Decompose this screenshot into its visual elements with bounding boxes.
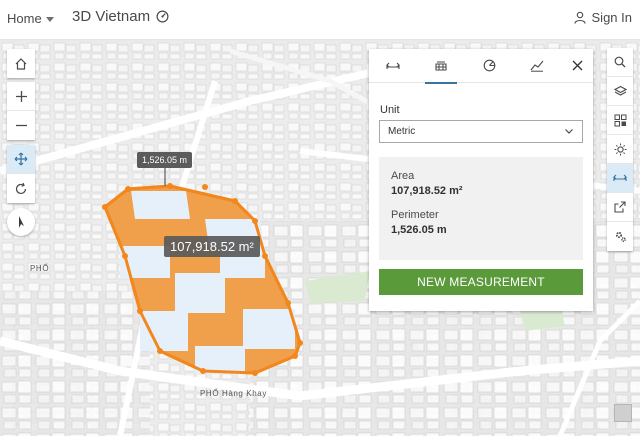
gear-icon — [615, 231, 626, 242]
zoom-group — [7, 82, 35, 140]
unit-select[interactable]: Metric — [379, 120, 583, 143]
compass-icon — [19, 216, 24, 228]
pan-button[interactable] — [7, 145, 35, 174]
rotate-icon — [15, 182, 27, 194]
home-label: Home — [7, 11, 42, 26]
tab-distance[interactable] — [369, 49, 417, 83]
zoom-in-button[interactable] — [7, 82, 35, 111]
measurement-tabs — [369, 49, 593, 84]
tab-elevation[interactable] — [513, 49, 561, 83]
layers-icon — [613, 85, 627, 96]
home-view-group — [7, 49, 35, 78]
search-icon — [614, 56, 626, 68]
app-title: 3D Vietnam — [72, 8, 169, 25]
measurement-button[interactable] — [607, 164, 633, 193]
street-label: PHỐ Hàng Khay — [200, 389, 267, 398]
area-value: 107,918.52 m² — [391, 185, 463, 197]
unit-select-value: Metric — [388, 126, 416, 137]
user-icon — [573, 11, 586, 24]
layers-button[interactable] — [607, 77, 633, 106]
right-toolbar — [607, 48, 633, 251]
daylight-button[interactable] — [607, 135, 633, 164]
sign-in-label: Sign In — [591, 10, 632, 25]
perimeter-heading: Perimeter — [391, 209, 439, 221]
tab-slope[interactable] — [465, 49, 513, 83]
chevron-down-icon — [565, 129, 573, 134]
area-heading: Area — [391, 170, 415, 182]
unit-label: Unit — [380, 104, 400, 116]
slope-measure-icon — [483, 59, 495, 72]
street-label-2: PHỐ — [30, 264, 50, 273]
fullscreen-button[interactable] — [614, 404, 632, 422]
info-gauge-icon[interactable] — [156, 10, 169, 23]
app-title-text: 3D Vietnam — [72, 8, 151, 25]
basemap-grid-icon — [614, 114, 626, 126]
settings-button[interactable] — [607, 222, 633, 251]
zoom-out-button[interactable] — [7, 111, 35, 140]
new-measurement-button[interactable]: NEW MEASUREMENT — [379, 269, 583, 295]
home-view-button[interactable] — [7, 49, 35, 78]
close-icon — [572, 60, 582, 70]
share-button[interactable] — [607, 193, 633, 222]
measurement-results: Area 107,918.52 m² Perimeter 1,526.05 m — [379, 157, 583, 260]
share-icon — [614, 201, 626, 213]
area-tooltip: 107,918.52 m² — [164, 236, 260, 257]
perimeter-tooltip: 1,526.05 m — [137, 152, 193, 168]
compass-button[interactable] — [7, 208, 35, 236]
caret-down-icon — [45, 16, 54, 22]
compass-group — [7, 208, 35, 236]
app-header: Home 3D Vietnam Sign In — [0, 0, 640, 40]
sign-in-button[interactable]: Sign In — [573, 10, 632, 25]
tab-area[interactable] — [417, 49, 465, 84]
plus-icon — [15, 90, 27, 102]
close-panel-button[interactable] — [569, 57, 585, 73]
rotate-button[interactable] — [7, 174, 35, 203]
home-icon — [15, 57, 27, 70]
pan-arrows-icon — [14, 152, 28, 166]
minus-icon — [15, 124, 27, 127]
area-measure-icon — [435, 61, 447, 71]
measurement-panel: Unit Metric Area 107,918.52 m² Perimeter… — [369, 49, 593, 311]
basemap-button[interactable] — [607, 106, 633, 135]
distance-measure-icon — [386, 62, 400, 69]
elevation-measure-icon — [530, 60, 544, 72]
search-button[interactable] — [607, 48, 633, 77]
measure-line-icon — [613, 174, 627, 181]
navigation-group — [7, 145, 35, 203]
home-menu[interactable]: Home — [7, 11, 54, 26]
perimeter-value: 1,526.05 m — [391, 224, 447, 236]
sun-icon — [614, 143, 626, 155]
